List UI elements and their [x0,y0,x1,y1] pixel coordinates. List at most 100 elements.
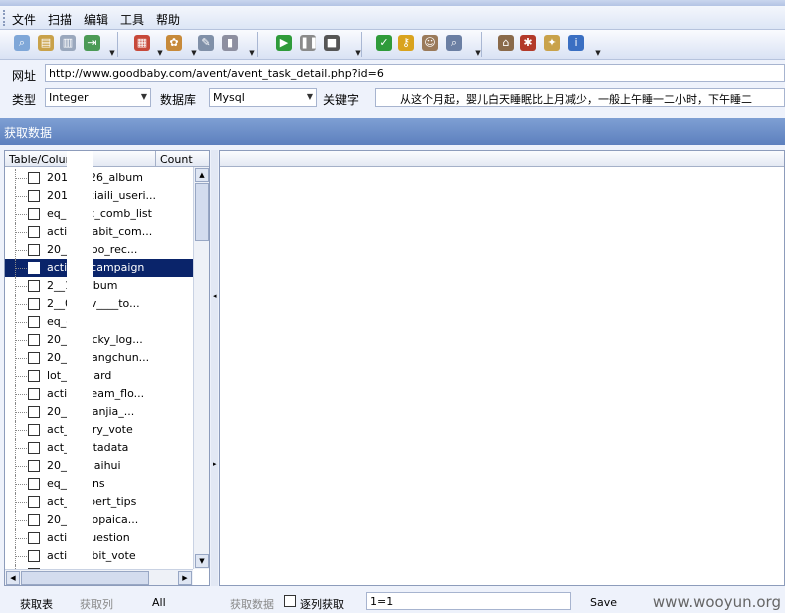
open-icon[interactable]: ▤ [38,35,54,51]
panel-splitter[interactable]: ◂ ▸ [211,150,218,586]
get-columns-button[interactable]: 获取列 [80,596,113,612]
table-row[interactable]: 20101_xiaili_useri... [5,187,193,205]
table-row[interactable]: eq__litions [5,475,193,493]
table-row[interactable]: 2__1__album [5,277,193,295]
table-row[interactable]: 20__zhaopaica... [5,511,193,529]
chevron-down-icon[interactable]: ▼ [108,49,116,57]
play-icon[interactable]: ▶ [276,35,292,51]
panel-title: 获取数据 [0,118,785,145]
chevron-down-icon[interactable]: ▼ [190,49,198,57]
scroll-up-icon[interactable]: ▲ [195,168,209,182]
chevron-down-icon[interactable]: ▼ [594,49,602,57]
zoom-icon[interactable]: ⌕ [446,35,462,51]
menu-file[interactable]: 文件 [12,11,36,28]
splitter-right-icon[interactable]: ▸ [213,460,217,468]
palette-icon[interactable]: ✿ [166,35,182,51]
row-checkbox[interactable] [28,316,40,328]
table-row[interactable]: eq_q__ [5,313,193,331]
row-checkbox[interactable] [28,190,40,202]
scroll-left-icon[interactable]: ◀ [6,571,20,585]
table-row[interactable]: activ__habit_com... [5,223,193,241]
row-checkbox[interactable] [28,280,40,292]
table-row[interactable]: act__expert_tips [5,493,193,511]
tree-horizontal-scrollbar[interactable]: ◀ ▶ [5,569,193,585]
row-checkbox[interactable] [28,262,40,274]
row-checkbox[interactable] [28,172,40,184]
stop-icon[interactable]: ■ [324,35,340,51]
row-checkbox[interactable] [28,550,40,562]
table-row[interactable]: 20__temaihui [5,457,193,475]
column-header-count[interactable]: Count [155,151,197,167]
tree-connector [15,394,27,395]
table-row[interactable]: act__metadata [5,439,193,457]
bug-icon[interactable]: ✱ [520,35,536,51]
search-icon[interactable]: ⌕ [14,35,30,51]
table-row[interactable]: 2__0__av____to... [5,295,193,313]
row-checkbox[interactable] [28,334,40,346]
row-checkbox[interactable] [28,514,40,526]
gear-icon[interactable]: ✦ [544,35,560,51]
type-select[interactable]: Integer ▼ [45,88,151,107]
row-checkbox[interactable] [28,532,40,544]
table-row[interactable]: activi_question [5,529,193,547]
table-row[interactable]: act__story_vote [5,421,193,439]
row-checkbox[interactable] [28,298,40,310]
table-row[interactable]: 20___expo_rec... [5,241,193,259]
table-row[interactable]: 20110826_album [5,169,193,187]
info-icon[interactable]: i [568,35,584,51]
scroll-down-icon[interactable]: ▼ [195,554,209,568]
table-row[interactable]: activ__abit_vote [5,547,193,565]
all-button[interactable]: All [152,596,166,609]
wrench-icon[interactable]: ✎ [198,35,214,51]
chevron-down-icon[interactable]: ▼ [248,49,256,57]
get-tables-button[interactable]: 获取表 [20,596,53,612]
key-icon[interactable]: ⚷ [398,35,414,51]
save-button[interactable]: Save [590,596,617,609]
table-row[interactable]: eq_re__c_comb_list [5,205,193,223]
row-checkbox[interactable] [28,460,40,472]
pause-icon[interactable]: ❚❚ [300,35,318,51]
url-input[interactable]: http://www.goodbaby.com/avent/avent_task… [45,64,785,82]
row-checkbox[interactable] [28,424,40,436]
table-row[interactable]: 20__zhuanjia_... [5,403,193,421]
scroll-thumb[interactable] [195,183,209,241]
tools-icon[interactable]: ▦ [134,35,150,51]
export-icon[interactable]: ⇥ [84,35,100,51]
keyword-input[interactable]: 从这个月起，婴儿白天睡眠比上月减少，一般上午睡一二小时，下午睡二 [375,88,785,107]
row-checkbox[interactable] [28,244,40,256]
users-icon[interactable]: ☺ [422,35,438,51]
tree-vertical-scrollbar[interactable]: ▲ ▼ [193,167,209,569]
hscroll-thumb[interactable] [21,571,149,585]
menu-tools[interactable]: 工具 [120,11,144,28]
row-checkbox[interactable] [28,352,40,364]
chevron-down-icon[interactable]: ▼ [354,49,362,57]
table-row[interactable]: activ___campaign [5,259,193,277]
splitter-left-icon[interactable]: ◂ [213,292,217,300]
scroll-right-icon[interactable]: ▶ [178,571,192,585]
table-row[interactable]: activ_dream_flo... [5,385,193,403]
row-checkbox[interactable] [28,442,40,454]
row-checkbox[interactable] [28,370,40,382]
row-checkbox[interactable] [28,208,40,220]
chevron-down-icon[interactable]: ▼ [474,49,482,57]
menu-edit[interactable]: 编辑 [84,11,108,28]
row-checkbox[interactable] [28,388,40,400]
menu-scan[interactable]: 扫描 [48,11,72,28]
filter-input[interactable]: 1=1 [366,592,571,610]
check-icon[interactable]: ✓ [376,35,392,51]
row-checkbox[interactable] [28,478,40,490]
per-column-checkbox[interactable] [284,595,296,607]
table-row[interactable]: 20__0_ucky_log... [5,331,193,349]
row-checkbox[interactable] [28,226,40,238]
page-icon[interactable]: ▥ [60,35,76,51]
row-checkbox[interactable] [28,406,40,418]
table-row[interactable]: 20__0_yangchun... [5,349,193,367]
table-row[interactable]: lot___award [5,367,193,385]
menu-help[interactable]: 帮助 [156,11,180,28]
get-data-button[interactable]: 获取数据 [230,596,274,612]
home-icon[interactable]: ⌂ [498,35,514,51]
database-icon[interactable]: ▮ [222,35,238,51]
chevron-down-icon[interactable]: ▼ [156,49,164,57]
row-checkbox[interactable] [28,496,40,508]
database-select[interactable]: Mysql ▼ [209,88,317,107]
